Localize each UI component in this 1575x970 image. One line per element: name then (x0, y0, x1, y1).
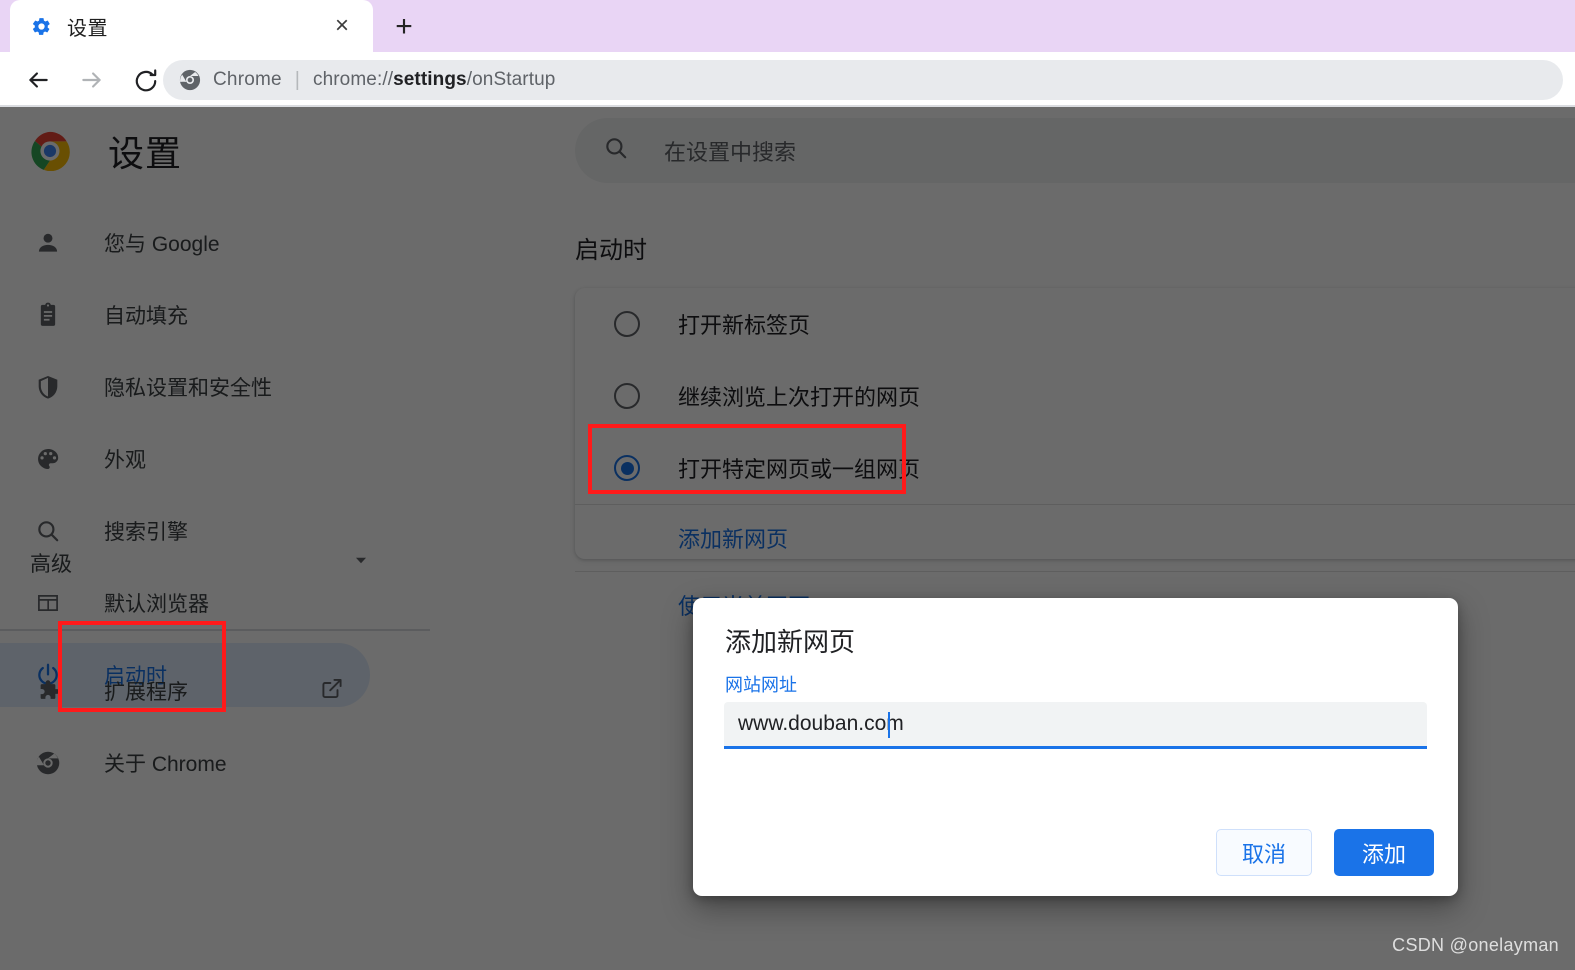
tab-title: 设置 (67, 17, 108, 40)
forward-button[interactable] (70, 58, 114, 102)
browser-window: 设置 × + Chrome | chrome://settings/onStar… (0, 0, 1575, 970)
dialog-field-label: 网站网址 (725, 675, 797, 695)
chrome-icon (178, 68, 202, 92)
tab-strip: 设置 × + (0, 0, 1575, 52)
browser-toolbar: Chrome | chrome://settings/onStartup (0, 52, 1575, 107)
add-page-dialog: 添加新网页 网站网址 取消 添加 (693, 598, 1458, 896)
url-suffix: /onStartup (466, 69, 556, 90)
gear-icon (30, 15, 52, 37)
url-prefix: chrome:// (312, 69, 394, 90)
close-icon[interactable]: × (329, 13, 355, 39)
add-button[interactable]: 添加 (1334, 829, 1434, 876)
omnibox-separator: | (294, 68, 300, 91)
dialog-actions: 取消 添加 (1216, 829, 1434, 876)
watermark: CSDN @onelayman (1392, 935, 1559, 955)
back-button[interactable] (16, 58, 60, 102)
site-url-input[interactable] (724, 702, 1427, 749)
cancel-button[interactable]: 取消 (1216, 829, 1312, 876)
reload-button[interactable] (124, 58, 168, 102)
omnibox-url: chrome://settings/onStartup (313, 69, 555, 91)
security-chip-label: Chrome (213, 69, 282, 90)
new-tab-button[interactable]: + (385, 8, 423, 46)
browser-tab-settings[interactable]: 设置 × (10, 0, 373, 52)
text-cursor (888, 712, 890, 738)
url-bold: settings (393, 69, 467, 90)
dialog-title: 添加新网页 (725, 627, 856, 657)
address-bar[interactable]: Chrome | chrome://settings/onStartup (163, 60, 1563, 100)
